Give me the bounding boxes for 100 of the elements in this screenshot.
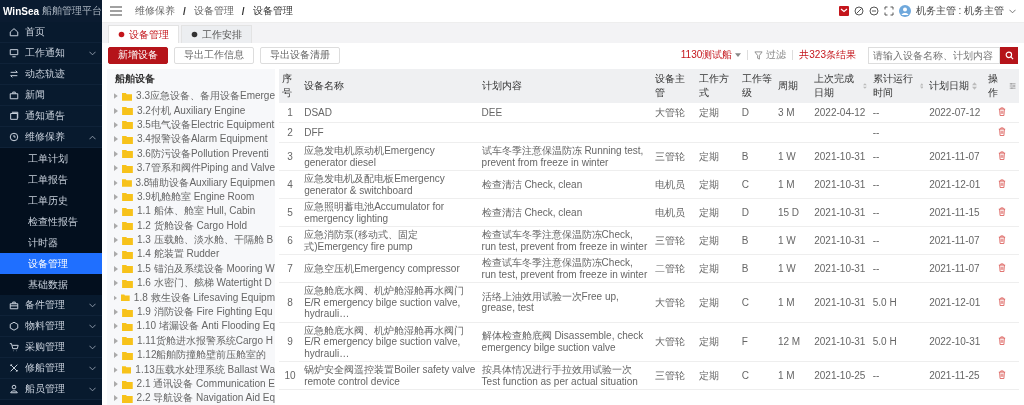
- menu-icon[interactable]: [110, 6, 122, 16]
- caret-icon[interactable]: [114, 93, 118, 100]
- caret-icon[interactable]: [114, 395, 118, 402]
- trash-icon[interactable]: [997, 126, 1006, 136]
- menu-item[interactable]: 动态轨迹: [0, 64, 102, 85]
- caret-icon[interactable]: [114, 121, 118, 128]
- toolbar-button[interactable]: 导出工作信息: [174, 46, 254, 64]
- result-count: 共323条结果: [799, 48, 856, 62]
- avatar-icon[interactable]: [898, 5, 911, 17]
- tree-item[interactable]: 1.1 船体、舱室 Hull, Cabin: [107, 204, 275, 219]
- tree-item[interactable]: 1.3 压载舱、淡水舱、干隔舱 B: [107, 232, 275, 248]
- caret-icon[interactable]: [114, 366, 118, 373]
- language-icon[interactable]: [868, 6, 879, 16]
- submenu-item[interactable]: 检查性报告: [0, 211, 102, 232]
- menu-item[interactable]: 新闻: [0, 85, 102, 106]
- tree-item[interactable]: 1.2 货舱设备 Cargo Hold: [107, 218, 275, 233]
- tab[interactable]: 设备管理: [108, 25, 179, 43]
- menu-item[interactable]: 备件管理: [0, 295, 102, 316]
- caret-icon[interactable]: [1009, 8, 1016, 14]
- caret-icon[interactable]: [114, 352, 118, 359]
- caret-icon[interactable]: [114, 337, 118, 344]
- submenu-item[interactable]: 工单报告: [0, 169, 102, 190]
- breadcrumb-item[interactable]: 设备管理: [193, 4, 234, 18]
- tree-item[interactable]: 1.12船舶防撞舱壁前压舱室的: [107, 348, 275, 363]
- sort-icon[interactable]: [972, 82, 978, 90]
- sort-icon[interactable]: [862, 82, 867, 90]
- tree-item[interactable]: 3.8辅助设备Auxiliary Equipmen: [107, 175, 275, 190]
- tree-item[interactable]: 3.9机舱舱室 Engine Room: [107, 189, 275, 205]
- tree-item[interactable]: 1.4 舵装置 Rudder: [107, 247, 275, 262]
- caret-icon[interactable]: [114, 237, 118, 244]
- menu-item[interactable]: 物料管理: [0, 316, 102, 337]
- search-button[interactable]: [1000, 46, 1018, 64]
- sort-icon[interactable]: [919, 82, 924, 90]
- submenu-item[interactable]: 设备管理: [0, 253, 102, 274]
- tree-item[interactable]: 3.5电气设备Electric Equipment: [107, 117, 275, 133]
- caret-icon[interactable]: [114, 208, 118, 215]
- tree-item[interactable]: 3.2付机 Auxiliary Engine: [107, 103, 275, 118]
- tree-item[interactable]: 1.9 消防设备 Fire Fighting Equ: [107, 304, 275, 320]
- trash-icon[interactable]: [997, 150, 1006, 160]
- ship-selector[interactable]: 1130测试船: [680, 48, 742, 62]
- toolbar-button[interactable]: 新增设备: [108, 46, 168, 64]
- menu-item[interactable]: 船员管理: [0, 379, 102, 400]
- table-cell: 锅炉安全阀遥控装置Boiler safety valve remote control device: [304, 364, 476, 387]
- trash-icon[interactable]: [997, 178, 1006, 188]
- breadcrumb-item[interactable]: 维修保养: [135, 4, 175, 18]
- menu-item[interactable]: 修船管理: [0, 358, 102, 379]
- trash-icon[interactable]: [997, 262, 1006, 272]
- caret-icon[interactable]: [114, 107, 118, 114]
- caret-icon[interactable]: [114, 193, 118, 200]
- tree-item[interactable]: 1.5 锚泊及系缆设备 Mooring W: [107, 261, 275, 277]
- menu-item[interactable]: 维修保养: [0, 127, 102, 148]
- slash-circle-icon[interactable]: [853, 6, 864, 16]
- submenu-item[interactable]: 基础数据: [0, 274, 102, 295]
- caret-icon[interactable]: [114, 165, 118, 172]
- caret-icon[interactable]: [114, 280, 118, 287]
- menu-item[interactable]: 工作通知: [0, 43, 102, 64]
- submenu-item[interactable]: 工单计划: [0, 148, 102, 169]
- caret-icon[interactable]: [114, 323, 118, 330]
- submenu-item[interactable]: 计时器: [0, 232, 102, 253]
- tree-item[interactable]: 3.3应急设备、备用设备Emerge: [107, 89, 275, 104]
- caret-icon[interactable]: [114, 309, 118, 316]
- trash-icon[interactable]: [997, 336, 1006, 345]
- caret-icon[interactable]: [114, 150, 118, 157]
- tree-item[interactable]: 3.6防污设备Pollution Preventi: [107, 146, 275, 161]
- breadcrumb-item[interactable]: 设备管理: [252, 4, 293, 18]
- tree-item[interactable]: 1.8 救生设备 Lifesaving Equipm: [107, 290, 275, 305]
- toolbar-button[interactable]: 导出设备清册: [260, 46, 340, 64]
- trash-icon[interactable]: [997, 234, 1006, 244]
- submenu-item[interactable]: 工单历史: [0, 190, 102, 211]
- folder-icon: [121, 393, 133, 403]
- trash-icon[interactable]: [997, 296, 1006, 306]
- tab[interactable]: 工作安排: [181, 25, 252, 43]
- settings-icon[interactable]: [1008, 82, 1016, 90]
- caret-icon[interactable]: [114, 179, 118, 186]
- caret-icon[interactable]: [114, 222, 118, 229]
- tree-item[interactable]: 1.10 堵漏设备 Anti Flooding Eq: [107, 319, 275, 334]
- envelope-icon[interactable]: [838, 6, 849, 16]
- tree-item[interactable]: 1.6 水密门、舷梯 Watertight D: [107, 276, 275, 291]
- tree-item[interactable]: 1.11货舱进水报警系统Cargo H: [107, 333, 275, 349]
- trash-icon[interactable]: [997, 369, 1006, 379]
- tree-item[interactable]: 3.7管系和阀件Piping and Valve: [107, 160, 275, 176]
- menu-item[interactable]: 首页: [0, 22, 102, 43]
- menu-item[interactable]: 通知通告: [0, 106, 102, 127]
- tree-item[interactable]: 1.13压载水处理系统 Ballast Wa: [107, 362, 275, 377]
- caret-icon[interactable]: [114, 136, 118, 143]
- caret-icon[interactable]: [114, 265, 118, 272]
- caret-icon[interactable]: [114, 294, 118, 301]
- trash-icon[interactable]: [997, 106, 1006, 116]
- tree-item[interactable]: 2.2 导航设备 Navigation Aid Eq: [107, 391, 275, 405]
- tree-item[interactable]: 2.1 通讯设备 Communication E: [107, 376, 275, 392]
- user-name[interactable]: 机务主管 : 机务主管: [915, 4, 1004, 18]
- caret-icon[interactable]: [114, 251, 118, 258]
- table-cell: --: [872, 369, 880, 381]
- menu-item[interactable]: 采购管理: [0, 337, 102, 358]
- tree-item[interactable]: 3.4报警设备Alarm Equipment: [107, 132, 275, 147]
- search-field[interactable]: 请输入设备名称、计划内容: [868, 46, 1000, 64]
- fullscreen-icon[interactable]: [883, 6, 894, 16]
- trash-icon[interactable]: [997, 206, 1006, 216]
- filter-button[interactable]: 过滤: [754, 48, 787, 62]
- caret-icon[interactable]: [114, 381, 118, 387]
